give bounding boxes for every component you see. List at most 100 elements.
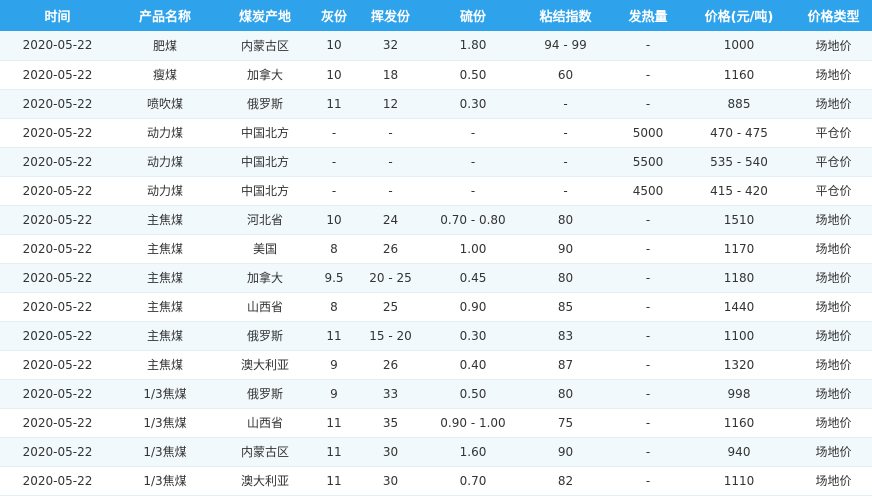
- cell-price: 535 - 540: [710, 154, 768, 169]
- cell-volatile: 25: [382, 299, 399, 314]
- cell-volatile: 26: [382, 357, 399, 372]
- cell-volatile: -: [388, 154, 393, 169]
- cell-product: 1/3焦煤: [143, 416, 187, 430]
- cell-volatile: 30: [382, 444, 399, 459]
- table-row[interactable]: 2020-05-22 1/3焦煤 俄罗斯 9 33 0.50 80 - 998 场地价: [0, 379, 872, 408]
- cell-date: 2020-05-22: [22, 183, 93, 198]
- table-header: 时间 产品名称 煤炭产地 灰份 挥发份 硫份 粘结指数 发热量 价格(元/吨) …: [0, 0, 872, 31]
- table-row[interactable]: 2020-05-22 肥煤 内蒙古区 10 32 1.80 94 - 99 - 1000 场地价: [0, 31, 872, 60]
- table-row[interactable]: 2020-05-22 喷吹煤 俄罗斯 11 12 0.30 - - 885 场地价: [0, 89, 872, 118]
- cell-calorific: 5500: [632, 154, 664, 169]
- cell-price: 1160: [723, 67, 755, 82]
- cell-calorific: -: [645, 415, 651, 430]
- cell-origin: 内蒙古区: [240, 38, 289, 53]
- table-row[interactable]: 2020-05-22 1/3焦煤 山西省 11 35 0.90 - 1.00 75 - 1160…: [0, 408, 872, 437]
- cell-volatile: 24: [382, 212, 399, 227]
- table-row[interactable]: 2020-05-22 主焦煤 美国 8 26 1.00 90 - 1170 场地价: [0, 234, 872, 263]
- cell-product: 主焦煤: [146, 358, 183, 372]
- cell-date: 2020-05-22: [22, 270, 93, 285]
- cell-price-type: 场地价: [815, 416, 852, 430]
- cell-origin: 内蒙古区: [240, 445, 289, 459]
- cell-calorific: -: [645, 357, 651, 372]
- header-ash[interactable]: 灰份: [315, 0, 353, 31]
- cell-caking-index: -: [563, 125, 568, 140]
- cell-ash: -: [331, 183, 337, 198]
- cell-price: 1510: [723, 212, 755, 227]
- cell-sulfur: -: [470, 154, 476, 169]
- cell-sulfur: 0.30: [459, 328, 487, 343]
- cell-date: 2020-05-22: [22, 357, 93, 372]
- cell-caking-index: 90: [557, 241, 574, 256]
- table-row[interactable]: 2020-05-22 瘦煤 加拿大 10 18 0.50 60 - 1160 场地价: [0, 60, 872, 89]
- cell-ash: 9: [330, 357, 338, 372]
- cell-product: 动力煤: [146, 126, 183, 140]
- cell-price-type: 场地价: [815, 97, 852, 111]
- header-calorific[interactable]: 发热量: [613, 0, 683, 31]
- cell-sulfur: 0.30: [459, 96, 487, 111]
- table-row[interactable]: 2020-05-22 主焦煤 澳大利亚 9 26 0.40 87 - 1320 场地价: [0, 350, 872, 379]
- cell-price-type: 场地价: [815, 38, 852, 53]
- cell-origin: 河北省: [246, 213, 283, 227]
- cell-caking-index: -: [563, 154, 568, 169]
- cell-caking-index: 75: [557, 415, 574, 430]
- cell-sulfur: 0.50: [459, 386, 487, 401]
- cell-date: 2020-05-22: [22, 386, 93, 401]
- header-date[interactable]: 时间: [0, 0, 115, 31]
- cell-ash: -: [331, 154, 337, 169]
- table-row[interactable]: 2020-05-22 主焦煤 俄罗斯 11 15 - 20 0.30 83 - 1100 场地价: [0, 321, 872, 350]
- coal-price-table: 时间 产品名称 煤炭产地 灰份 挥发份 硫份 粘结指数 发热量 价格(元/吨) …: [0, 0, 872, 496]
- cell-origin: 美国: [252, 242, 277, 256]
- cell-product: 动力煤: [146, 155, 183, 169]
- cell-ash: 10: [326, 67, 342, 82]
- header-product[interactable]: 产品名称: [115, 0, 215, 31]
- cell-caking-index: 90: [557, 444, 574, 459]
- cell-origin: 中国北方: [240, 155, 289, 169]
- cell-caking-index: 80: [557, 270, 574, 285]
- cell-sulfur: -: [470, 125, 476, 140]
- cell-product: 肥煤: [152, 38, 177, 53]
- cell-volatile: 35: [382, 415, 399, 430]
- cell-price: 1180: [723, 270, 755, 285]
- cell-product: 主焦煤: [146, 213, 183, 227]
- cell-caking-index: 85: [557, 299, 574, 314]
- table-row[interactable]: 2020-05-22 主焦煤 加拿大 9.5 20 - 25 0.45 80 - 1180 场地价: [0, 263, 872, 292]
- header-price-type[interactable]: 价格类型: [795, 0, 872, 31]
- cell-date: 2020-05-22: [22, 212, 93, 227]
- cell-volatile: 15 - 20: [369, 328, 412, 343]
- header-origin[interactable]: 煤炭产地: [215, 0, 315, 31]
- cell-price: 1100: [723, 328, 755, 343]
- cell-calorific: -: [645, 212, 651, 227]
- table-row[interactable]: 2020-05-22 1/3焦煤 内蒙古区 11 30 1.60 90 - 940 场地价: [0, 437, 872, 466]
- header-sulfur[interactable]: 硫份: [428, 0, 518, 31]
- table-row[interactable]: 2020-05-22 动力煤 中国北方 - - - - 4500 415 - 420 平仓价: [0, 176, 872, 205]
- table-row[interactable]: 2020-05-22 动力煤 中国北方 - - - - 5500 535 - 540 平仓价: [0, 147, 872, 176]
- cell-date: 2020-05-22: [22, 415, 93, 430]
- cell-product: 1/3焦煤: [143, 445, 187, 459]
- cell-sulfur: 0.90 - 1.00: [440, 415, 506, 430]
- cell-price: 1440: [723, 299, 755, 314]
- cell-calorific: -: [645, 328, 651, 343]
- cell-date: 2020-05-22: [22, 241, 93, 256]
- table-row[interactable]: 2020-05-22 主焦煤 山西省 8 25 0.90 85 - 1440 场地价: [0, 292, 872, 321]
- cell-product: 喷吹煤: [146, 97, 183, 111]
- cell-price-type: 场地价: [815, 242, 852, 256]
- cell-sulfur: 1.00: [459, 241, 487, 256]
- header-price[interactable]: 价格(元/吨): [683, 0, 795, 31]
- cell-caking-index: 80: [557, 386, 574, 401]
- cell-price-type: 场地价: [815, 445, 852, 459]
- cell-ash: 11: [326, 96, 342, 111]
- cell-price: 1160: [723, 415, 755, 430]
- cell-date: 2020-05-22: [22, 328, 93, 343]
- cell-origin: 山西省: [246, 416, 283, 430]
- table-row[interactable]: 2020-05-22 主焦煤 河北省 10 24 0.70 - 0.80 80 - 1510 场地…: [0, 205, 872, 234]
- cell-origin: 俄罗斯: [246, 329, 283, 343]
- cell-product: 瘦煤: [152, 68, 177, 82]
- header-volatile[interactable]: 挥发份: [353, 0, 428, 31]
- header-caking-index[interactable]: 粘结指数: [518, 0, 613, 31]
- cell-price-type: 平仓价: [815, 184, 852, 198]
- cell-calorific: -: [645, 38, 651, 53]
- cell-calorific: 4500: [632, 183, 664, 198]
- table-row[interactable]: 2020-05-22 动力煤 中国北方 - - - - 5000 470 - 475 平仓价: [0, 118, 872, 147]
- cell-price-type: 平仓价: [815, 126, 852, 140]
- cell-origin: 俄罗斯: [246, 387, 283, 401]
